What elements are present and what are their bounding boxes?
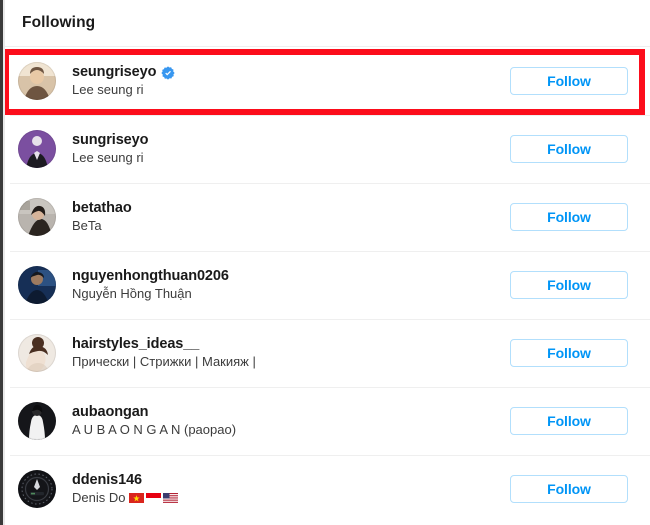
user-text-block: nguyenhongthuan0206 Nguyễn Hồng Thuận (72, 268, 510, 302)
list-item[interactable]: sungriseyo Lee seung ri Follow (0, 115, 650, 183)
full-name-text: A U B A O N G A N (paopao) (72, 422, 237, 438)
full-name-text: Lee seung ri (72, 150, 144, 166)
user-text-block: ddenis146 Denis Do (72, 472, 510, 506)
username-line: ddenis146 (72, 472, 510, 488)
avatar-hairstyles-ideas[interactable] (18, 334, 56, 372)
username-line: aubaongan (72, 404, 510, 420)
full-name-label: Nguyễn Hồng Thuận (72, 286, 510, 302)
user-text-block: betathao BeTa (72, 200, 510, 234)
follow-button[interactable]: Follow (510, 339, 628, 367)
avatar-nguyenhongthuan0206[interactable] (18, 266, 56, 304)
avatar-ddenis146[interactable] (18, 470, 56, 508)
following-dialog: Following seungriseyo Lee seung ri Follow s… (0, 0, 650, 525)
avatar-sungriseyo[interactable] (18, 130, 56, 168)
full-name-label: Lee seung ri (72, 150, 510, 166)
username-line: betathao (72, 200, 510, 216)
username-link[interactable]: ddenis146 (72, 472, 142, 488)
page-left-edge (0, 0, 3, 525)
follow-button[interactable]: Follow (510, 407, 628, 435)
avatar-seungriseyo[interactable] (18, 62, 56, 100)
follow-button[interactable]: Follow (510, 475, 628, 503)
full-name-label: A U B A O N G A N (paopao) (72, 422, 510, 438)
username-line: nguyenhongthuan0206 (72, 268, 510, 284)
page-title: Following (22, 14, 96, 31)
user-text-block: seungriseyo Lee seung ri (72, 64, 510, 98)
full-name-label: Denis Do (72, 490, 510, 506)
full-name-label: Прически | Стрижки | Макияж | (72, 354, 510, 370)
username-line: hairstyles_ideas__ (72, 336, 510, 352)
avatar-betathao[interactable] (18, 198, 56, 236)
username-link[interactable]: aubaongan (72, 404, 149, 420)
list-item[interactable]: nguyenhongthuan0206 Nguyễn Hồng Thuận Foll… (0, 251, 650, 319)
user-text-block: sungriseyo Lee seung ri (72, 132, 510, 166)
username-link[interactable]: hairstyles_ideas__ (72, 336, 199, 352)
following-user-list[interactable]: seungriseyo Lee seung ri Follow sungriseyo L… (0, 47, 650, 525)
avatar-aubaongan[interactable] (18, 402, 56, 440)
list-item[interactable]: hairstyles_ideas__ Прически | Стрижки | М… (0, 319, 650, 387)
username-line: seungriseyo (72, 64, 510, 80)
full-name-label: BeTa (72, 218, 510, 234)
follow-button[interactable]: Follow (510, 271, 628, 299)
list-item[interactable]: seungriseyo Lee seung ri Follow (0, 47, 650, 115)
full-name-text: Denis Do (72, 490, 126, 506)
full-name-label: Lee seung ri (72, 82, 510, 98)
list-item[interactable]: ddenis146 Denis Do Follow (0, 455, 650, 523)
follow-button[interactable]: Follow (510, 67, 628, 95)
user-text-block: hairstyles_ideas__ Прически | Стрижки | М… (72, 336, 510, 370)
follow-button[interactable]: Follow (510, 135, 628, 163)
username-line: sungriseyo (72, 132, 510, 148)
list-item[interactable]: aubaongan A U B A O N G A N (paopao) Follo… (0, 387, 650, 455)
username-link[interactable]: nguyenhongthuan0206 (72, 268, 229, 284)
username-link[interactable]: betathao (72, 200, 132, 216)
follow-button[interactable]: Follow (510, 203, 628, 231)
verified-badge-icon (161, 66, 175, 80)
page-left-border (3, 0, 5, 525)
dialog-header: Following (0, 0, 650, 47)
flag-emoji-group (129, 493, 179, 504)
list-item[interactable]: betathao BeTa Follow (0, 183, 650, 251)
full-name-text: Прически | Стрижки | Макияж | (72, 354, 256, 370)
full-name-text: Lee seung ri (72, 82, 144, 98)
full-name-text: Nguyễn Hồng Thuận (72, 286, 192, 302)
user-text-block: aubaongan A U B A O N G A N (paopao) (72, 404, 510, 438)
full-name-text: BeTa (72, 218, 102, 234)
username-link[interactable]: sungriseyo (72, 132, 148, 148)
username-link[interactable]: seungriseyo (72, 64, 156, 80)
